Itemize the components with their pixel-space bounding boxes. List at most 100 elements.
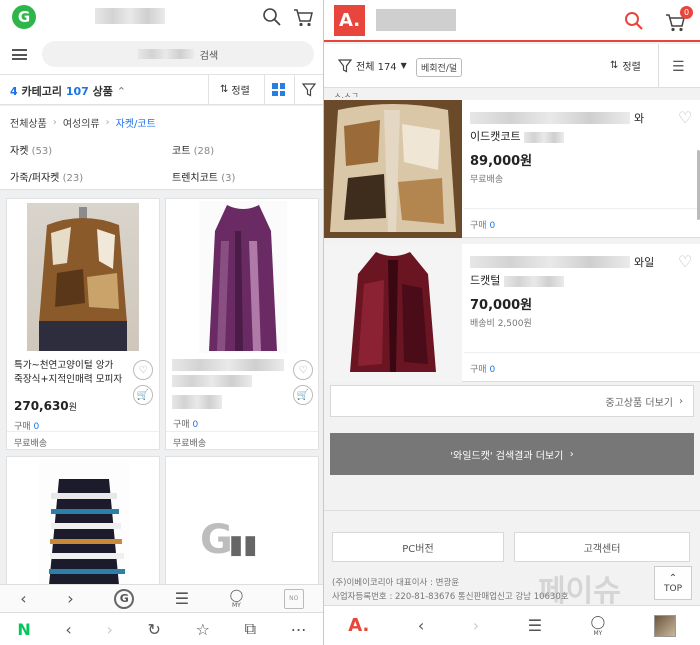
- heart-icon[interactable]: ♡: [293, 360, 313, 380]
- cart-icon[interactable]: 🛒: [293, 385, 313, 405]
- star-icon[interactable]: ☆: [196, 620, 210, 639]
- more-icon[interactable]: ⋯: [291, 620, 307, 639]
- dress-image: [209, 205, 277, 351]
- blurred-title: [172, 375, 252, 387]
- chevron-up-icon: ⌃: [668, 572, 678, 584]
- filter-button[interactable]: 전체 174 ▼: [338, 58, 407, 73]
- mink-coat-image: [350, 252, 436, 372]
- category-item[interactable]: 가죽/퍼자켓 (23): [10, 169, 83, 184]
- my-icon[interactable]: ◯ MY: [230, 588, 243, 609]
- product-image[interactable]: [324, 100, 462, 238]
- menu-icon[interactable]: ☰: [528, 616, 542, 635]
- my-icon[interactable]: ◯ MY: [591, 615, 606, 637]
- result-count: 4 카테고리 107 상품 ⌃: [10, 85, 126, 98]
- cart-icon[interactable]: [292, 6, 314, 28]
- forward-icon[interactable]: ›: [67, 589, 73, 608]
- category-item[interactable]: 자켓 (53): [10, 142, 52, 157]
- footer-info: (주)이베이코리아 대표이사 : 변광윤 사업자등록번호 : 220-81-83…: [332, 578, 569, 602]
- back-icon[interactable]: ‹: [65, 620, 71, 639]
- product-image[interactable]: [324, 244, 462, 382]
- blurred-title: [172, 359, 284, 371]
- blurred-keyword: [137, 49, 194, 59]
- forward-icon[interactable]: ›: [106, 620, 112, 639]
- filter-bar: 4 카테고리 107 상품 ⌃ ⇅ 정렬: [0, 74, 323, 105]
- blurred-price: [172, 395, 222, 409]
- filter-bar: 전체 174 ▼ 베회전/덜 ⇅ 정렬 ☰: [324, 44, 700, 88]
- gmarket-header: G: [0, 0, 323, 34]
- sort-icon: ⇅: [610, 60, 619, 71]
- fur-coat-image: [324, 100, 462, 238]
- menu-icon[interactable]: [12, 49, 27, 60]
- filter-tag[interactable]: 베회전/덜: [416, 58, 463, 77]
- gmarket-logo[interactable]: G: [12, 5, 36, 29]
- purchase-count: 구매 0: [173, 420, 199, 430]
- product-title[interactable]: 특가~천연고양이털 앙가 죽장식+지적인매력 모피자: [14, 359, 122, 387]
- product-price: 70,000원: [470, 298, 533, 313]
- back-icon[interactable]: ‹: [418, 616, 424, 635]
- filter-icon[interactable]: [302, 83, 316, 97]
- scroll-top-button[interactable]: ⌃ TOP: [654, 566, 692, 600]
- sort-button[interactable]: ⇅ 정렬: [220, 82, 250, 97]
- naver-logo[interactable]: N: [17, 620, 30, 639]
- chevron-right-icon: ›: [679, 395, 683, 407]
- product-image[interactable]: [199, 201, 287, 353]
- refresh-icon[interactable]: ↻: [148, 620, 161, 639]
- gmarket-home-icon[interactable]: G: [114, 588, 135, 609]
- list-view-icon[interactable]: ☰: [672, 59, 685, 75]
- product-info: 와 이드캣코트 89,000원 무료배송 구매 0 ♡: [464, 100, 700, 238]
- product-price: 89,000원: [470, 154, 533, 169]
- chevron-up-icon[interactable]: ⌃: [117, 85, 126, 98]
- product-row[interactable]: 와일 드캣털 70,000원 배송비 2,500원 구매 0 ♡: [324, 244, 700, 382]
- search-row: 검색: [0, 34, 323, 74]
- blurred-title: [470, 112, 630, 124]
- product-title[interactable]: 이드캣코트: [470, 128, 565, 144]
- pc-version-button[interactable]: PC버전: [332, 532, 504, 562]
- chevron-right-icon: ›: [105, 117, 110, 128]
- auction-header: A. 0: [324, 0, 700, 42]
- more-used-products-button[interactable]: 중고상품 더보기 ›: [330, 385, 694, 417]
- product-row[interactable]: 와 이드캣코트 89,000원 무료배송 구매 0 ♡: [324, 100, 700, 238]
- cart-icon[interactable]: 🛒: [133, 385, 153, 405]
- placeholder-logo: G▮▮: [200, 517, 258, 563]
- search-input[interactable]: 검색: [42, 41, 314, 67]
- forward-icon[interactable]: ›: [473, 616, 479, 635]
- product-card[interactable]: G▮▮: [165, 456, 319, 586]
- search-icon[interactable]: [624, 11, 644, 31]
- product-price: 270,630원: [14, 399, 77, 413]
- browser-toolbar: N ‹ › ↻ ☆ ⧉ ⋯: [0, 612, 323, 645]
- heart-icon[interactable]: ♡: [133, 360, 153, 380]
- category-list: 자켓 (53) 코트 (28) 가죽/퍼자켓 (23) 트렌치코트 (3): [0, 136, 323, 190]
- back-icon[interactable]: ‹: [20, 589, 26, 608]
- product-title[interactable]: 드캣털: [470, 272, 564, 288]
- profile-thumbnail[interactable]: [653, 614, 676, 637]
- breadcrumb-item[interactable]: 여성의류: [63, 115, 100, 130]
- heart-icon[interactable]: ♡: [678, 108, 692, 127]
- cart-badge: 0: [680, 6, 693, 19]
- grid-view-icon[interactable]: [272, 83, 285, 96]
- sort-icon: ⇅: [220, 84, 229, 95]
- product-card[interactable]: ♡ 🛒 구매 0 무료배송: [165, 198, 319, 450]
- gmarket-pane: G 검색 4 카테고리 107 상품 ⌃ ⇅ 정렬 전체상품 › 여성의류 › …: [0, 0, 324, 645]
- category-item[interactable]: 코트 (28): [172, 142, 214, 157]
- menu-icon[interactable]: ☰: [175, 589, 189, 608]
- auction-home-icon[interactable]: A.: [348, 615, 369, 636]
- customer-center-button[interactable]: 고객센터: [514, 532, 690, 562]
- product-card[interactable]: 특가~천연고양이털 앙가 죽장식+지적인매력 모피자 ♡ 🛒 270,630원 …: [6, 198, 160, 450]
- search-input[interactable]: [376, 9, 456, 31]
- heart-icon[interactable]: ♡: [678, 252, 692, 271]
- auction-logo[interactable]: A.: [334, 5, 365, 36]
- category-item[interactable]: 트렌치코트 (3): [172, 169, 235, 184]
- breadcrumb-item[interactable]: 전체상품: [10, 115, 47, 130]
- sort-button[interactable]: ⇅ 정렬: [610, 58, 641, 73]
- auction-pane: A. 0 전체 174 ▼ 베회전/덜 ⇅ 정렬 ☰ ㅅ.ㅅㄱ 와 이드캣코트 …: [324, 0, 700, 645]
- share-icon[interactable]: ⧉: [245, 619, 256, 639]
- shipping-info: 무료배송: [173, 439, 207, 449]
- product-image[interactable]: [27, 203, 139, 351]
- more-search-results-button[interactable]: '와일드캣' 검색결과 더보기 ›: [330, 433, 694, 475]
- striped-dress-image: [49, 479, 125, 585]
- product-image[interactable]: [39, 459, 129, 585]
- breadcrumb-current[interactable]: 자켓/코트: [116, 115, 156, 130]
- search-icon[interactable]: [262, 7, 282, 27]
- product-card[interactable]: [6, 456, 160, 586]
- recent-view-icon[interactable]: NO: [283, 588, 304, 609]
